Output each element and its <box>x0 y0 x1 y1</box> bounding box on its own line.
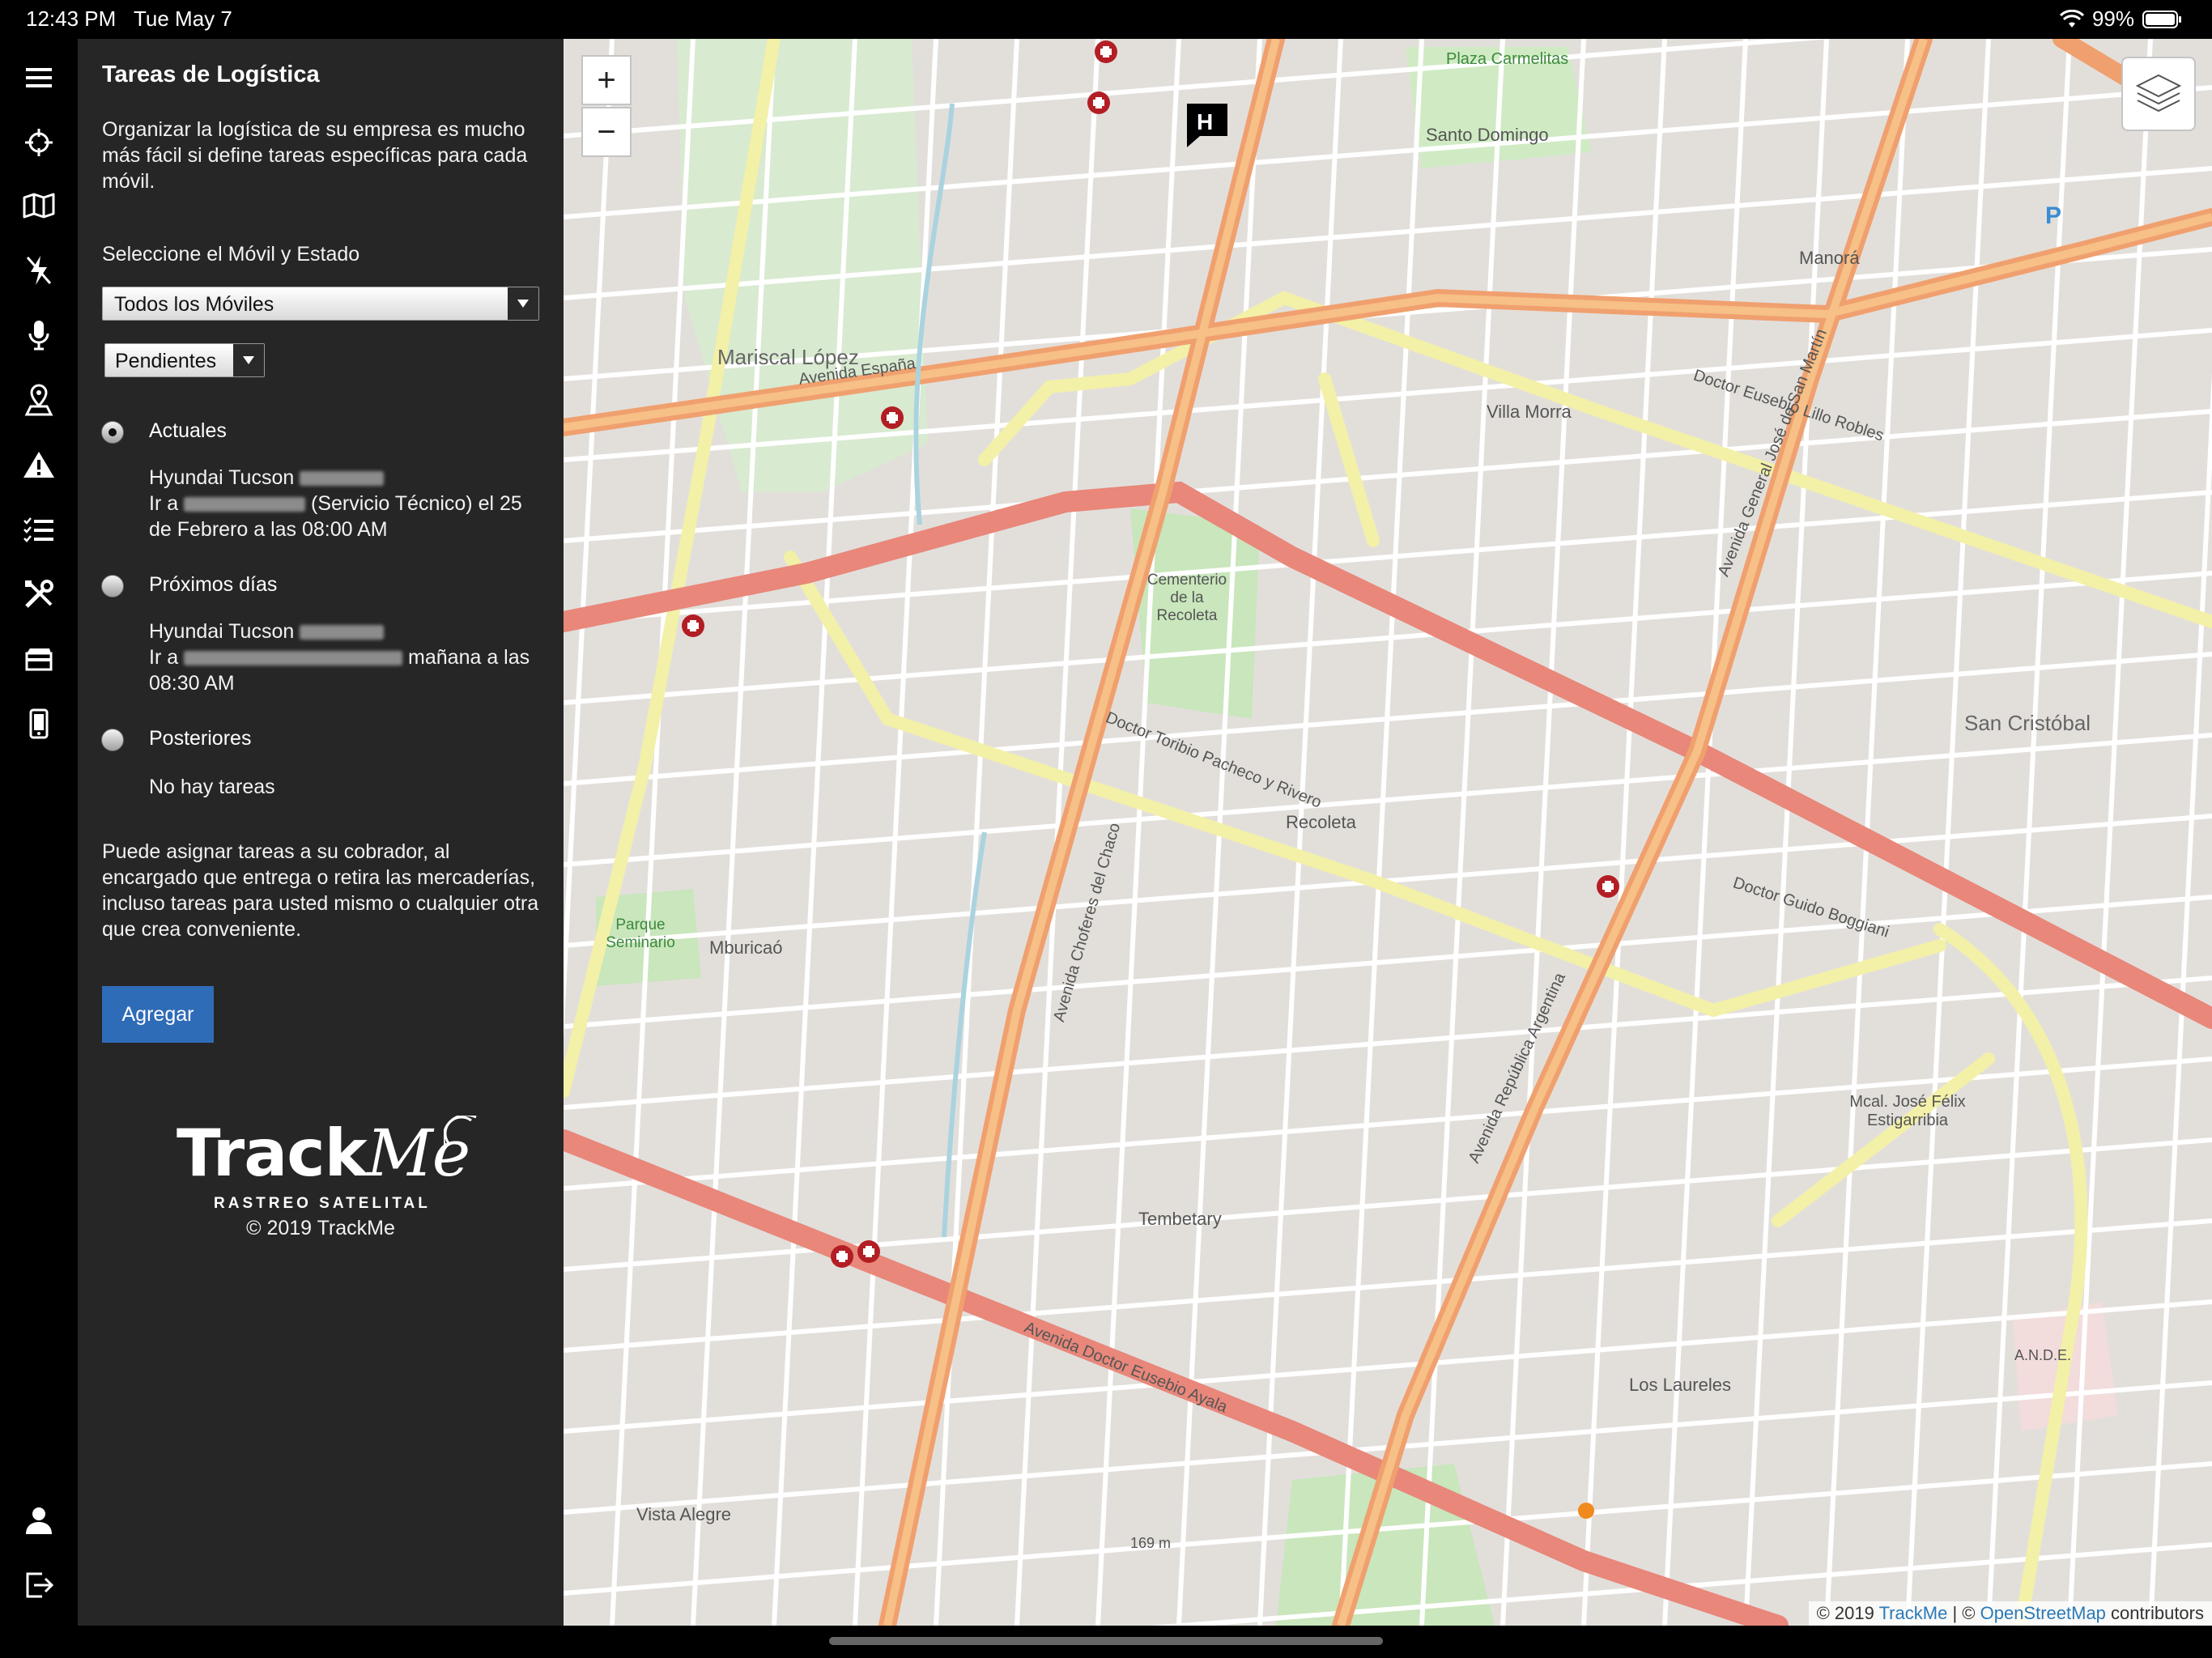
redacted-place <box>184 497 306 512</box>
status-select-value: Pendientes <box>115 350 217 372</box>
zoom-out-button[interactable]: − <box>581 107 632 157</box>
card-icon[interactable] <box>19 640 58 678</box>
status-time: 12:43 PM Tue May 7 <box>26 6 232 31</box>
openstreetmap-link[interactable]: OpenStreetMap <box>1980 1603 2106 1623</box>
map-label: Vista Alegre <box>636 1504 732 1524</box>
svg-text:H: H <box>1197 109 1213 134</box>
location-pin-icon[interactable] <box>19 380 58 419</box>
tools-icon[interactable] <box>19 575 58 614</box>
sidebar-icon-bar <box>0 39 78 1626</box>
redacted-place <box>184 651 403 666</box>
home-indicator <box>829 1637 1383 1645</box>
map-icon[interactable] <box>19 186 58 225</box>
task-vehicle: Hyundai Tucson <box>149 466 295 489</box>
section-label-posteriores: Posteriores <box>149 727 252 750</box>
radio-posteriores[interactable] <box>101 729 124 751</box>
radio-proximos-dias[interactable] <box>101 575 124 597</box>
map-label: San Cristóbal <box>1964 711 2091 735</box>
logout-icon[interactable] <box>19 1566 58 1605</box>
task-prefix: Ir a <box>149 646 179 669</box>
redacted-plate <box>300 625 385 640</box>
signal-icon <box>444 1116 477 1147</box>
map-label: Tembetary <box>1138 1209 1222 1229</box>
vehicle-select[interactable]: Todos los Móviles <box>102 287 539 321</box>
trackme-link[interactable]: TrackMe <box>1879 1603 1948 1623</box>
add-button[interactable]: Agregar <box>102 986 214 1043</box>
logistics-panel: Tareas de Logística Organizar la logísti… <box>78 39 564 1626</box>
intro-text: Organizar la logística de su empresa es … <box>102 118 528 193</box>
section-label-proximos: Próximos días <box>149 573 278 596</box>
map-label: Mcal. José Félix Estigarribia <box>1849 1093 1966 1129</box>
map-label: Cementerio de la Recoleta <box>1146 572 1227 624</box>
map-label: Parque Seminario <box>606 916 675 951</box>
status-select[interactable]: Pendientes <box>104 343 265 377</box>
map-label: Santo Domingo <box>1426 125 1549 145</box>
footer-text: Puede asignar tareas a su cobrador, al e… <box>102 840 539 941</box>
copyright-text: © 2019 TrackMe <box>246 1217 395 1239</box>
map-label: Mburicaó <box>709 937 783 958</box>
redacted-plate <box>300 471 385 487</box>
status-right: 99% <box>2059 6 2183 32</box>
mobile-icon[interactable] <box>19 704 58 743</box>
menu-icon[interactable] <box>19 58 58 97</box>
wifi-icon <box>2059 9 2084 28</box>
map-label: 169 m <box>1130 1535 1172 1551</box>
map-label: Plaza Carmelitas <box>1446 50 1569 68</box>
no-tasks-text: No hay tareas <box>149 776 275 798</box>
zoom-in-button[interactable]: + <box>581 55 632 105</box>
microphone-icon[interactable] <box>19 316 58 355</box>
map-label: Recoleta <box>1286 812 1356 832</box>
flash-off-icon[interactable] <box>19 251 58 290</box>
task-list-icon[interactable] <box>19 510 58 549</box>
map-attribution: © 2019 TrackMe | © OpenStreetMap contrib… <box>1808 1601 2212 1626</box>
map-label: A.N.D.E. <box>2014 1347 2072 1363</box>
layers-button[interactable] <box>2121 57 2196 131</box>
svg-text:P: P <box>2045 202 2061 229</box>
section-label-actuales: Actuales <box>149 419 227 442</box>
user-icon[interactable] <box>19 1501 58 1540</box>
warning-icon[interactable] <box>19 445 58 484</box>
battery-percent: 99% <box>2091 6 2134 31</box>
status-bar: 12:43 PM Tue May 7 99% <box>0 0 2212 39</box>
chevron-down-icon <box>233 344 264 376</box>
task-vehicle: Hyundai Tucson <box>149 620 295 643</box>
battery-icon <box>2142 10 2181 28</box>
task-prefix: Ir a <box>149 492 179 515</box>
task-proximos: Hyundai Tucson Ir a mañana a las 08:30 A… <box>149 619 546 696</box>
select-label: Seleccione el Móvil y Estado <box>102 243 360 266</box>
logo-wordmark: TrackMe <box>177 1116 470 1191</box>
target-icon[interactable] <box>19 123 58 162</box>
radio-actuales[interactable] <box>101 421 124 444</box>
map-label: Villa Morra <box>1487 402 1572 422</box>
chevron-down-icon <box>508 287 538 320</box>
trackme-logo: TrackMe RASTREO SATELITAL <box>177 1116 484 1221</box>
vehicle-select-value: Todos los Móviles <box>114 293 274 316</box>
map-label: Los Laureles <box>1629 1375 1731 1395</box>
map-view[interactable]: H P Mariscal López Villa Morra Recoleta … <box>564 39 2212 1626</box>
layers-icon <box>2136 74 2181 113</box>
map-tiles: H P <box>564 39 2212 1626</box>
map-label: Manorá <box>1799 248 1860 268</box>
logo-tagline: RASTREO SATELITAL <box>214 1195 431 1212</box>
panel-title: Tareas de Logística <box>102 62 320 87</box>
task-actuales: Hyundai Tucson Ir a (Servicio Técnico) e… <box>149 465 546 542</box>
